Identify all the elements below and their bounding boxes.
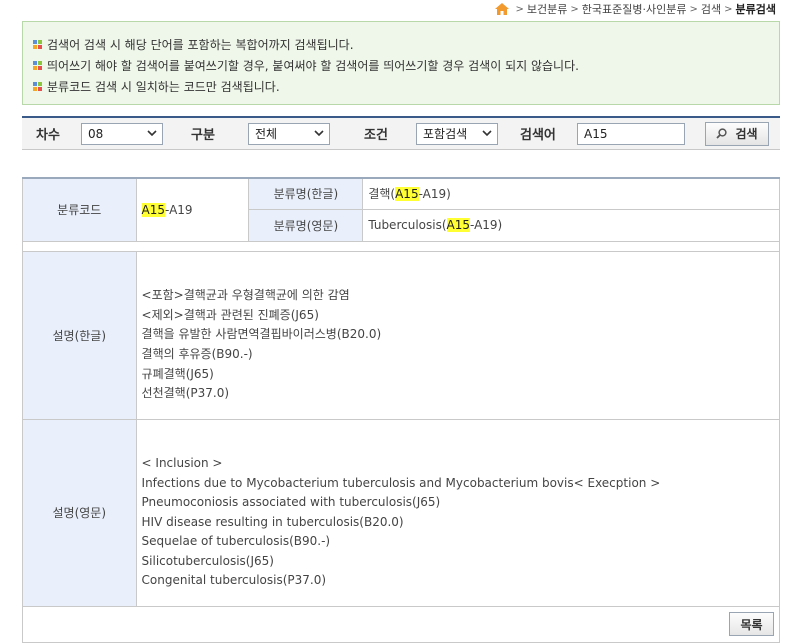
code-rest: -A19 [165,202,193,217]
type-label: 구분 [191,128,215,143]
breadcrumb-separator: > [689,3,698,15]
desc-kr-line: <포함>결핵균과 우형결핵균에 의한 감염 [141,288,350,303]
table-row: 설명(한글) <포함>결핵균과 우형결핵균에 의한 감염 <제외>결핵과 관련된… [22,250,781,420]
desc-en-line: Silicotuberculosis(J65) [141,553,274,568]
type-select[interactable]: 전체 [248,122,330,145]
keyword-input[interactable] [577,122,685,145]
breadcrumb: > 보건분류 > 한국표준질병·사인분류 > 검색 > 분류검색 [494,0,776,18]
search-notice-box: 검색어 검색 시 해당 단어를 포함하는 복합어까지 검색됩니다. 띄어쓰기 해… [22,21,780,105]
code-highlight: A15 [141,202,166,217]
name-kr-suffix: -A19) [418,187,451,202]
search-bar: 차수 08 구분 전체 조건 포함검색 검색어 검색 [22,116,780,150]
name-en-highlight: A15 [446,218,470,232]
condition-select-value: 포함검색 [423,127,468,141]
breadcrumb-current: 분류검색 [735,3,776,16]
desc-kr-line: 결핵을 유발한 사람면역결핍바이러스병(B20.0) [141,327,382,342]
footer-row [22,605,780,643]
degree-label: 차수 [36,128,60,143]
breadcrumb-separator: > [570,3,579,15]
condition-label: 조건 [364,128,388,143]
name-en-prefix: Tuberculosis( [368,218,447,232]
table-row: 분류코드 A15-A19 분류명(한글) 결핵(A15-A19) [22,177,780,242]
breadcrumb-item-health-classification[interactable]: 보건분류 [527,1,567,17]
degree-select-value: 08 [88,126,104,141]
chevron-down-icon [147,130,157,137]
code-header: 분류코드 [22,177,137,242]
chevron-down-icon [314,130,324,137]
desc-kr-line: 선천결핵(P37.0) [141,386,230,401]
desc-en-line: < Inclusion > [141,455,223,470]
notice-text: 검색어 검색 시 해당 단어를 포함하는 복합어까지 검색됩니다. [47,38,354,52]
desc-en-value: < Inclusion > Infections due to Mycobact… [135,418,781,607]
bullet-icon [33,61,42,70]
desc-en-header: 설명(영문) [22,418,137,607]
desc-en-line: Infections due to Mycobacterium tubercul… [141,475,661,490]
bullet-icon [33,40,42,49]
code-value: A15-A19 [135,177,250,242]
desc-en-line: Pneumoconiosis associated with tuberculo… [141,495,441,510]
list-button[interactable]: 목록 [729,612,774,636]
spacer-cell [22,240,780,252]
chevron-down-icon [482,130,492,137]
search-button[interactable]: 검색 [705,121,769,146]
desc-kr-value: <포함>결핵균과 우형결핵균에 의한 감염 <제외>결핵과 관련된 진폐증(J6… [135,250,781,420]
notice-line: 검색어 검색 시 해당 단어를 포함하는 복합어까지 검색됩니다. [33,34,769,55]
name-kr-prefix: 결핵( [368,187,396,202]
home-icon[interactable] [494,3,509,15]
classification-detail-table: 분류코드 A15-A19 분류명(한글) 결핵(A15-A19) 분류명(영문)… [22,177,781,643]
desc-kr-line: 결핵의 후유증(B90.-) [141,347,253,361]
search-icon [716,128,728,139]
breadcrumb-separator: > [515,3,524,15]
name-en-value: Tuberculosis(A15-A19) [362,208,780,242]
notice-line: 띄어쓰기 해야 할 검색어를 붙여쓰기할 경우, 붙여써야 할 검색어를 띄어쓰… [33,55,769,76]
type-select-value: 전체 [255,127,278,141]
table-row: 설명(영문) < Inclusion > Infections due to M… [22,418,781,607]
name-kr-value: 결핵(A15-A19) [362,177,780,210]
footer-cell [22,605,780,643]
breadcrumb-separator: > [724,3,733,15]
desc-kr-header: 설명(한글) [22,250,137,420]
name-en-header: 분류명(영문) [248,208,364,242]
search-button-label: 검색 [735,127,758,141]
spacer-row [22,240,780,252]
condition-select[interactable]: 포함검색 [416,122,498,145]
notice-text: 띄어쓰기 해야 할 검색어를 붙여쓰기할 경우, 붙여써야 할 검색어를 띄어쓰… [47,59,579,73]
notice-text: 분류코드 검색 시 일치하는 코드만 검색됩니다. [47,80,280,94]
desc-en-line: HIV disease resulting in tuberculosis(B2… [141,514,404,529]
desc-kr-line: 규폐결핵(J65) [141,366,214,381]
name-kr-header: 분류명(한글) [248,177,364,210]
name-kr-highlight: A15 [395,187,419,202]
bullet-icon [33,82,42,91]
keyword-label: 검색어 [520,128,556,143]
name-en-suffix: -A19) [470,218,503,232]
degree-select[interactable]: 08 [81,122,163,145]
desc-en-line: Sequelae of tuberculosis(B90.-) [141,534,331,549]
breadcrumb-item-kcd[interactable]: 한국표준질병·사인분류 [582,1,687,17]
desc-kr-line: <제외>결핵과 관련된 진폐증(J65) [141,307,319,322]
desc-en-line: Congenital tuberculosis(P37.0) [141,573,327,588]
notice-line: 분류코드 검색 시 일치하는 코드만 검색됩니다. [33,76,769,97]
breadcrumb-item-search[interactable]: 검색 [701,1,721,17]
